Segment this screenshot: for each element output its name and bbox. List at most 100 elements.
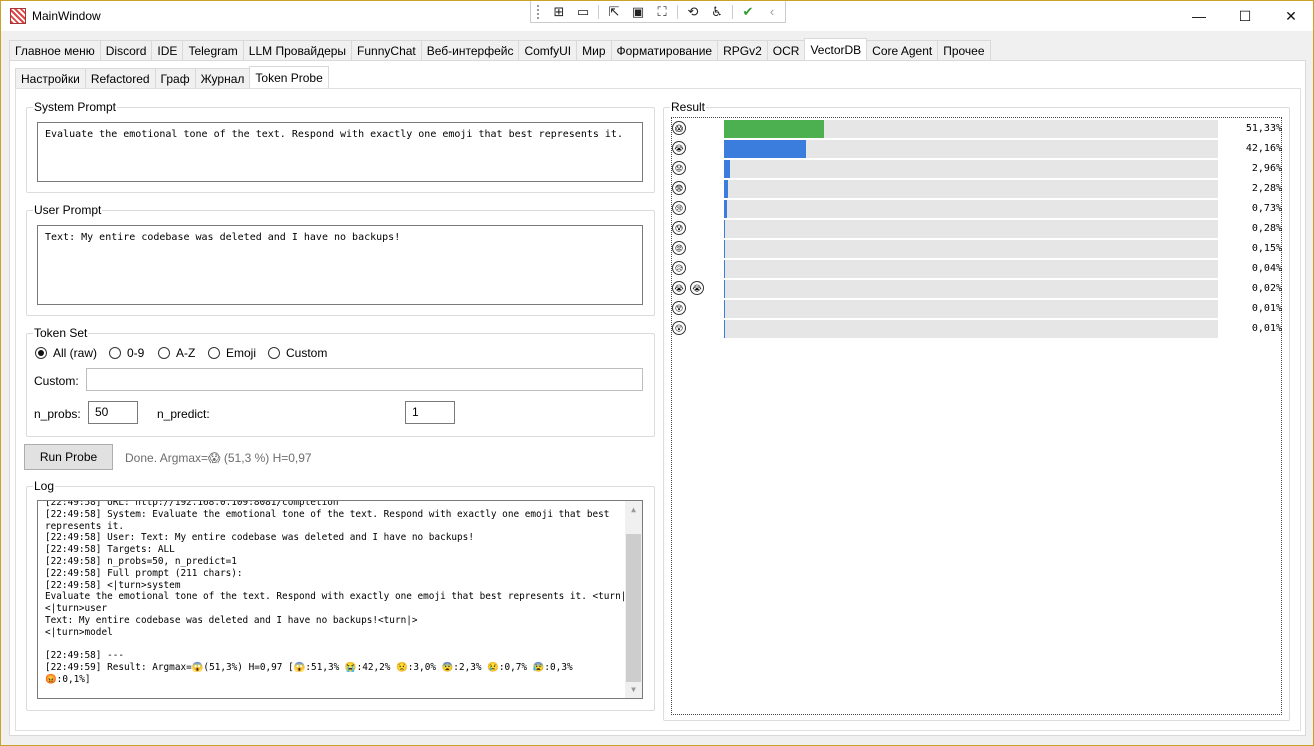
emoji-token: 😥 [672, 261, 686, 275]
radio-label: All (raw) [53, 346, 97, 360]
run-probe-button[interactable]: Run Probe [24, 444, 113, 470]
subtab-refactored[interactable]: Refactored [84, 68, 156, 88]
check-icon[interactable]: ✔ [736, 2, 760, 22]
maximize-button[interactable]: ☐ [1222, 1, 1268, 31]
bar-track [724, 200, 1218, 218]
radio-dot[interactable] [109, 347, 121, 359]
track-focus-icon[interactable]: ⛶ [650, 2, 674, 22]
tab-форматирование[interactable]: Форматирование [610, 40, 719, 60]
result-row: 😡 0,15% [672, 238, 1282, 258]
tab-прочее[interactable]: Прочее [937, 40, 991, 60]
tab-мир[interactable]: Мир [576, 40, 612, 60]
live-tree-icon[interactable]: ⊞ [547, 2, 571, 22]
result-row: 😢 0,73% [672, 198, 1282, 218]
log-scrollbar[interactable]: ▲ ▼ [625, 501, 642, 698]
app-icon [10, 8, 26, 24]
system-prompt-input[interactable]: Evaluate the emotional tone of the text.… [37, 122, 643, 182]
main-tab-bar: Главное меню Discord IDE Telegram LLM Провай… [9, 38, 991, 60]
log-line: [22:49:58] n_probs=50, n_predict=1 [45, 555, 237, 567]
close-button[interactable]: ✕ [1268, 1, 1314, 31]
bar-fill [724, 280, 725, 298]
n-probs-input[interactable]: 50 [88, 401, 138, 424]
tab-discord[interactable]: Discord [99, 40, 153, 60]
radio-dot[interactable] [268, 347, 280, 359]
result-row: 😥 0,04% [672, 258, 1282, 278]
bar-fill [724, 180, 728, 198]
collapse-icon[interactable]: ‹ [760, 2, 784, 22]
log-line: represents it. [45, 520, 125, 532]
bar-fill [724, 120, 824, 138]
user-prompt-input[interactable]: Text: My entire codebase was deleted and… [37, 225, 643, 305]
minimize-button[interactable]: — [1176, 1, 1222, 31]
tab-comfyui[interactable]: ComfyUI [518, 40, 578, 60]
bar-fill [724, 320, 725, 338]
emoji-token: 😭 [690, 281, 704, 295]
scroll-up-icon[interactable]: ▲ [625, 501, 642, 518]
emoji-token: 😰 [672, 221, 686, 235]
debug-toolbar: ⊞ ▭ ⇱ ▣ ⛶ ⟲ ♿ ✔ ‹ [530, 1, 786, 23]
toolbar-grip[interactable] [537, 4, 541, 19]
binding-icon[interactable]: ⟲ [681, 2, 705, 22]
custom-tokens-input[interactable] [86, 368, 643, 391]
log-line: [22:49:58] --- [45, 650, 125, 662]
log-line: Text: My entire codebase was deleted and… [45, 614, 418, 626]
radio-dot[interactable] [208, 347, 220, 359]
tab-веб-интерфейс[interactable]: Веб-интерфейс [420, 40, 520, 60]
log-line: [22:49:58] System: Evaluate the emotiona… [45, 508, 610, 520]
bar-fill [724, 260, 725, 278]
result-row: 😨 2,28% [672, 178, 1282, 198]
window-title: MainWindow [32, 9, 101, 23]
tab-funnychat[interactable]: FunnyChat [351, 40, 422, 60]
tab-core-agent[interactable]: Core Agent [866, 40, 939, 60]
radio-custom[interactable]: Custom [268, 346, 327, 360]
bar-track [724, 120, 1218, 138]
emoji-token: 😭 [672, 141, 686, 155]
tab-главное-меню[interactable]: Главное меню [9, 40, 101, 60]
video-icon[interactable]: ▭ [571, 2, 595, 22]
scroll-down-icon[interactable]: ▼ [625, 681, 642, 698]
bar-value-label: 0,15% [1251, 243, 1282, 254]
subtab-настройки[interactable]: Настройки [15, 68, 86, 88]
log-output[interactable]: [22:49:58] URL: http://192.168.0.109:808… [37, 500, 643, 699]
radio-label: Custom [286, 346, 328, 360]
scroll-thumb[interactable] [626, 534, 641, 682]
display-layout-icon[interactable]: ▣ [626, 2, 650, 22]
user-prompt-title: User Prompt [33, 203, 103, 217]
radio-label: Emoji [226, 346, 257, 360]
tab-vectordb[interactable]: VectorDB [804, 38, 868, 60]
log-line: [22:49:58] URL: http://192.168.0.109:808… [45, 500, 339, 508]
radio-dot[interactable] [158, 347, 170, 359]
radio-digits[interactable]: 0-9 [109, 346, 144, 360]
result-row: 😭 42,16% [672, 138, 1282, 158]
bar-value-label: 0,02% [1251, 283, 1282, 294]
radio-all-raw[interactable]: All (raw) [35, 346, 97, 360]
n-predict-input[interactable]: 1 [405, 401, 455, 424]
subtab-token-probe[interactable]: Token Probe [249, 66, 329, 88]
n-predict-label: n_predict: [157, 407, 210, 421]
tab-ocr[interactable]: OCR [766, 40, 806, 60]
toolbar-separator [732, 4, 733, 19]
bar-track [724, 140, 1218, 158]
log-line: [22:49:59] Result: Argmax=😱(51,3%) H=0,9… [45, 662, 573, 674]
bar-value-label: 51,33% [1245, 123, 1282, 134]
tab-ide[interactable]: IDE [151, 40, 184, 60]
select-element-icon[interactable]: ⇱ [602, 2, 626, 22]
radio-emoji[interactable]: Emoji [208, 346, 256, 360]
accessibility-icon[interactable]: ♿ [705, 2, 729, 22]
system-prompt-title: System Prompt [33, 100, 118, 114]
tab-rpgv2[interactable]: RPGv2 [717, 40, 768, 60]
subtab-граф[interactable]: Граф [154, 68, 196, 88]
bar-fill [724, 240, 725, 258]
tab-telegram[interactable]: Telegram [182, 40, 244, 60]
main-window: MainWindow — ☐ ✕ ⊞ ▭ ⇱ ▣ ⛶ ⟲ ♿ ✔ ‹ Главн… [0, 0, 1314, 746]
radio-letters[interactable]: A-Z [158, 346, 195, 360]
bar-track [724, 220, 1218, 238]
bar-track [724, 260, 1218, 278]
bar-track [724, 160, 1218, 178]
bar-value-label: 0,28% [1251, 223, 1282, 234]
subtab-журнал[interactable]: Журнал [194, 68, 251, 88]
radio-dot[interactable] [35, 347, 47, 359]
log-line: <|turn>model [45, 626, 113, 638]
tab-llm-провайдеры[interactable]: LLM Провайдеры [242, 40, 353, 60]
